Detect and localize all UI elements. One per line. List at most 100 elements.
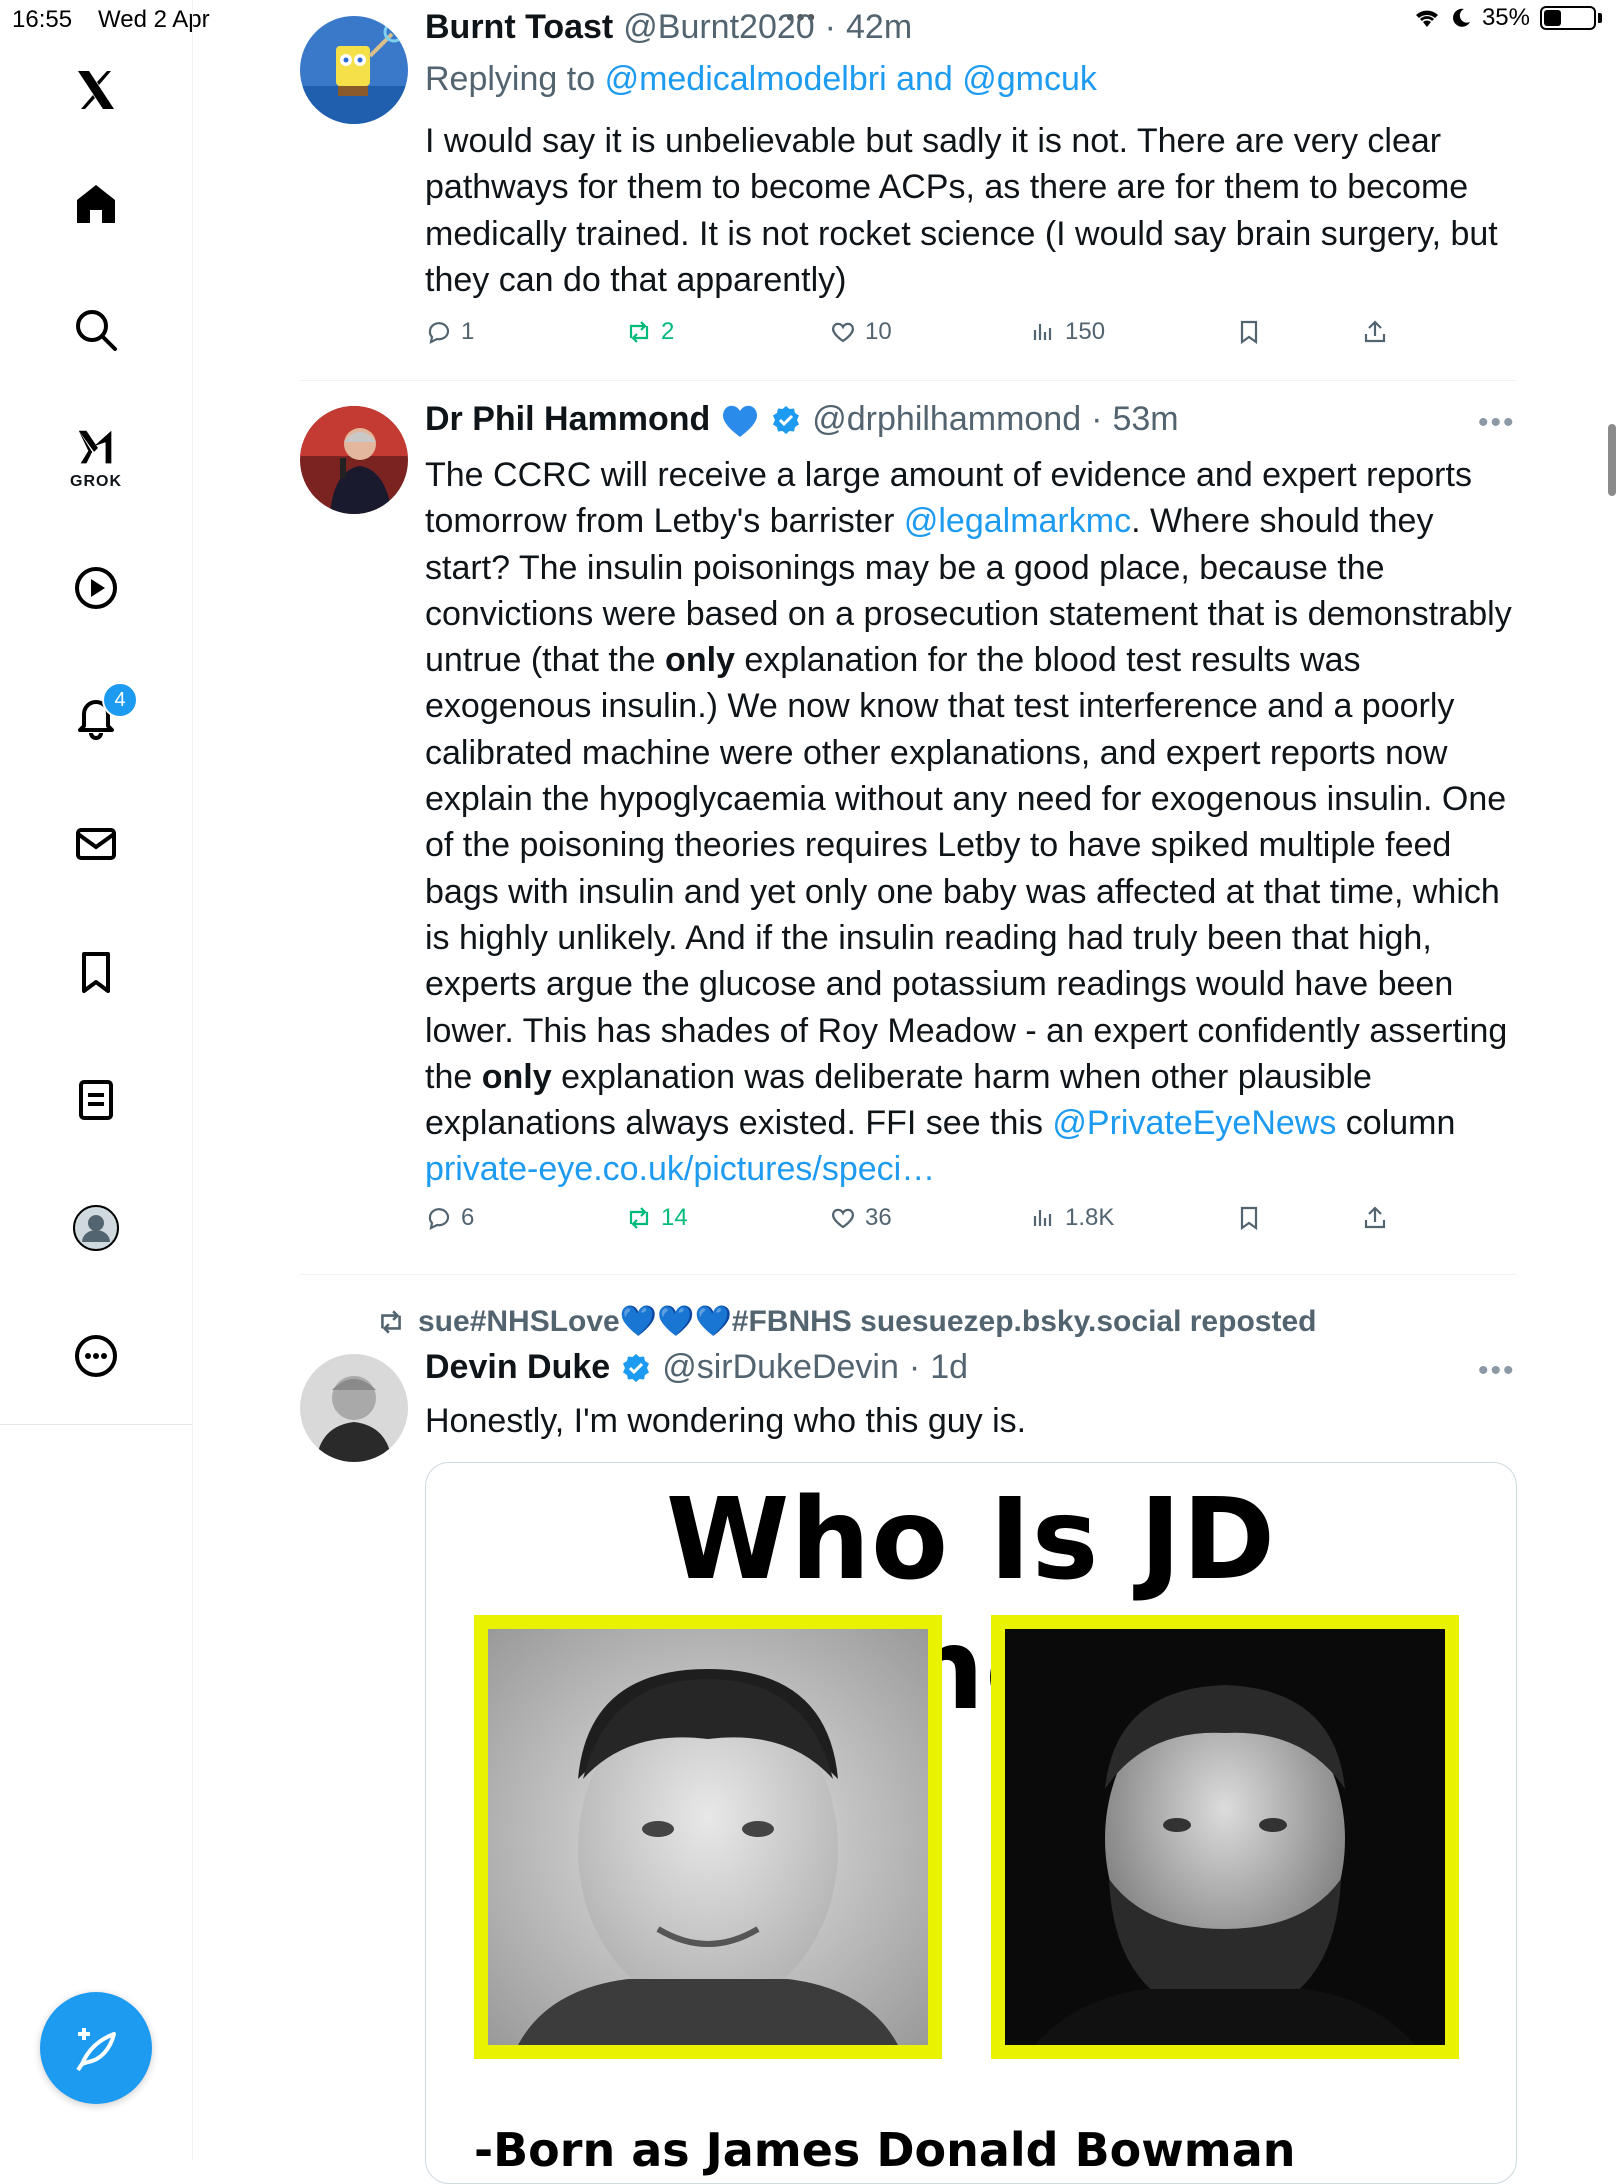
scrollbar[interactable] — [1608, 424, 1616, 496]
heart-icon — [832, 322, 854, 343]
sidebar: GROK 4 — [0, 0, 193, 1425]
compose-feather-icon — [76, 2028, 116, 2072]
text-part: column — [1336, 1104, 1456, 1143]
reposted-by-text: sue#NHSLove💙💙💙#FBNHS suesuezep.bsky.soci… — [418, 1305, 1317, 1338]
tweet-header: Devin Duke @sirDukeDevin · 1d — [425, 1348, 968, 1387]
repost-icon — [381, 1309, 401, 1334]
photo-adult — [991, 1615, 1459, 2059]
mention-link[interactable]: @PrivateEyeNews — [1052, 1104, 1336, 1142]
mention-link[interactable]: @legalmarkmc — [904, 502, 1131, 540]
avatar-devin-duke[interactable] — [300, 1354, 408, 1462]
tweet-actions: 6 14 36 1.8K — [425, 1204, 1425, 1244]
tweet-text: I would say it is unbelievable but sadly… — [425, 122, 1498, 299]
verified-badge-icon — [623, 1353, 650, 1382]
avatar-dr-phil-hammond[interactable] — [300, 406, 408, 514]
repost-button[interactable]: 14 — [625, 1204, 688, 1232]
text-part: explanation for the blood test results w… — [425, 641, 1508, 1096]
sidebar-border — [192, 0, 193, 2160]
tweet-divider — [300, 380, 1516, 381]
repost-icon — [629, 321, 649, 343]
views-count: 1.8K — [1065, 1204, 1115, 1231]
tweet-text: Honestly, I'm wondering who this guy is. — [425, 1402, 1027, 1440]
repost-icon — [629, 1207, 649, 1229]
views-icon — [1033, 1210, 1052, 1226]
bold-text: only — [665, 641, 735, 680]
author-name[interactable]: Dr Phil Hammond — [425, 400, 710, 439]
battery-icon — [1540, 6, 1596, 30]
tweet-divider — [300, 1274, 1516, 1275]
reply-count: 6 — [461, 1204, 475, 1231]
author-handle[interactable]: @sirDukeDevin — [662, 1348, 899, 1387]
avatar-burnt-toast[interactable] — [300, 16, 408, 124]
replying-to: Replying to @medicalmodelbri and @gmcuk — [425, 60, 1097, 99]
bold-text: only — [481, 1057, 552, 1096]
lists-icon[interactable] — [56, 1060, 136, 1140]
tweet-time[interactable]: 53m — [1112, 400, 1178, 439]
video-icon[interactable] — [56, 548, 136, 628]
author-name[interactable]: Devin Duke — [425, 1348, 610, 1387]
separator-dot: · — [908, 1348, 921, 1386]
views-icon — [1033, 324, 1052, 340]
bookmark-button[interactable] — [1235, 318, 1263, 346]
reply-icon — [428, 322, 450, 344]
photo-young — [474, 1615, 942, 2059]
x-logo-icon[interactable] — [56, 50, 136, 130]
media-card[interactable]: Who Is JD Vance? -Born as James Donald B… — [425, 1462, 1517, 2184]
battery-percent: 35% — [1481, 4, 1530, 31]
verified-badge-icon — [773, 405, 800, 434]
more-icon[interactable] — [56, 1316, 136, 1396]
more-options-icon[interactable]: ••• — [1478, 406, 1516, 440]
more-options-icon[interactable]: ••• — [1478, 1354, 1516, 1388]
wifi-icon — [1415, 10, 1438, 27]
notifications-badge: 4 — [102, 682, 138, 718]
tweet-header: Dr Phil Hammond @drphilhammond · 53m — [425, 400, 1179, 439]
profile-avatar-icon[interactable] — [56, 1188, 136, 1268]
like-count: 36 — [865, 1204, 892, 1231]
separator-dot: · — [1091, 400, 1103, 438]
repost-count: 2 — [661, 318, 675, 345]
like-count: 10 — [865, 318, 892, 345]
reply-icon — [428, 1208, 450, 1230]
views-button[interactable]: 150 — [1029, 318, 1105, 346]
heart-icon — [832, 1208, 854, 1229]
share-button[interactable] — [1361, 1204, 1389, 1232]
share-button[interactable] — [1361, 318, 1389, 346]
tweet-header: Burnt Toast @Burnt2020 · 42m — [425, 8, 912, 47]
home-icon[interactable] — [56, 164, 136, 244]
reply-count: 1 — [461, 318, 475, 345]
tweet-text: The CCRC will receive a large amount of … — [425, 452, 1520, 1193]
reply-button[interactable]: 6 — [425, 1204, 474, 1232]
like-button[interactable]: 36 — [829, 1204, 892, 1232]
separator-dot: · — [824, 8, 836, 46]
moon-icon — [1453, 8, 1470, 27]
messages-icon[interactable] — [56, 804, 136, 884]
tweet-actions: 1 2 10 150 — [425, 318, 1425, 358]
share-icon — [1364, 320, 1386, 343]
grok-icon[interactable]: GROK — [56, 418, 136, 498]
bookmark-icon — [1240, 320, 1258, 345]
like-button[interactable]: 10 — [829, 318, 892, 346]
search-icon[interactable] — [56, 290, 136, 370]
replying-to-mentions[interactable]: @medicalmodelbri and @gmcuk — [605, 60, 1097, 98]
reply-button[interactable]: 1 — [425, 318, 474, 346]
notifications-icon[interactable]: 4 — [56, 676, 138, 756]
share-icon — [1364, 1206, 1386, 1229]
author-handle[interactable]: @drphilhammond — [812, 400, 1081, 439]
external-link[interactable]: private-eye.co.uk/pictures/speci… — [425, 1150, 935, 1188]
status-right: 35% — [1414, 4, 1602, 32]
tweet-time[interactable]: 1d — [930, 1348, 968, 1387]
views-count: 150 — [1065, 318, 1106, 345]
reposted-by[interactable]: sue#NHSLove💙💙💙#FBNHS suesuezep.bsky.soci… — [376, 1304, 1316, 1339]
bookmark-icon — [1240, 1206, 1258, 1231]
tweet-time[interactable]: 42m — [846, 8, 912, 47]
replying-prefix: Replying to — [425, 60, 596, 98]
bookmark-button[interactable] — [1235, 1204, 1263, 1232]
compose-post-button[interactable] — [40, 1992, 152, 2104]
views-button[interactable]: 1.8K — [1029, 1204, 1114, 1232]
media-caption: -Born as James Donald Bowman — [474, 2123, 1296, 2177]
author-name[interactable]: Burnt Toast — [425, 8, 613, 47]
author-handle[interactable]: @Burnt2020 — [623, 8, 814, 47]
repost-button[interactable]: 2 — [625, 318, 674, 346]
grok-label: GROK — [70, 473, 122, 490]
bookmarks-icon[interactable] — [56, 932, 136, 1012]
